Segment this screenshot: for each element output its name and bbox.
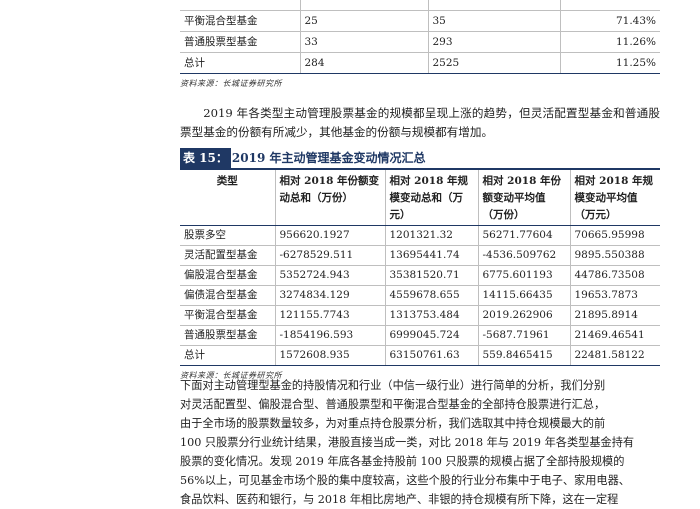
- table-cell: [560, 0, 660, 11]
- table-header-row: 类型 相对 2018 年份额变动总和（万份） 相对 2018 年规模变动总和（万…: [180, 170, 660, 226]
- table-cell: 13695441.74: [385, 245, 479, 266]
- table-cell: 1201321.32: [385, 225, 479, 246]
- table-cell: 2525: [428, 52, 561, 74]
- table-cell: 293: [428, 31, 561, 53]
- paragraph-2: 下面对主动管理型基金的持股情况和行业（中信一级行业）进行简单的分析，我们分别 对…: [180, 376, 654, 509]
- table-cell: 35: [428, 10, 561, 32]
- table-cell: [180, 0, 301, 11]
- table-cell: 284: [300, 52, 429, 74]
- table-cell: 总计: [180, 52, 301, 74]
- paragraph-line: 56%以上，可见基金市场个股的集中度较高，这些个股的行业分布集中于电子、家用电器…: [180, 474, 630, 487]
- table-cell: -5687.71961: [478, 325, 571, 346]
- fund-count-table: 平衡混合型基金 25 35 71.43% 普通股票型基金 33 293 11.2…: [180, 0, 660, 74]
- table-cell: 股票多空: [180, 225, 276, 246]
- table-cell: 2019.262906: [478, 305, 571, 326]
- table-cell: 偏债混合型基金: [180, 285, 276, 306]
- paragraph-line: 股票的变化情况。发现 2019 年底各基金持股前 100 只股票的规模占据了全部…: [180, 455, 625, 468]
- table-cell: 偏股混合型基金: [180, 265, 276, 286]
- table-cell: 63150761.63: [385, 345, 479, 366]
- table-cell: 5352724.943: [275, 265, 386, 286]
- table-row: [180, 0, 660, 11]
- table-cell: 14115.66435: [478, 285, 571, 306]
- table-cell: 35381520.71: [385, 265, 479, 286]
- table-cell: -6278529.511: [275, 245, 386, 266]
- table-number-tag: 表 15：: [180, 148, 231, 168]
- table-cell: 21895.8914: [570, 305, 660, 326]
- paragraph-text: 2019 年各类型主动管理股票基金的规模都呈现上涨的趋势，但灵活配置型基金和普通…: [180, 106, 660, 139]
- table-cell: 普通股票型基金: [180, 31, 301, 53]
- table-cell: 6999045.724: [385, 325, 479, 346]
- table-cell: 56271.77604: [478, 225, 571, 246]
- table-cell: 1313753.484: [385, 305, 479, 326]
- table-cell: 559.8465415: [478, 345, 571, 366]
- table-row: 平衡混合型基金 25 35 71.43%: [180, 10, 660, 32]
- table-cell: 19653.7873: [570, 285, 660, 306]
- paragraph-line: 下面对主动管理型基金的持股情况和行业（中信一级行业）进行简单的分析，我们分别: [180, 379, 606, 392]
- fund-change-table: 类型 相对 2018 年份额变动总和（万份） 相对 2018 年规模变动总和（万…: [180, 170, 660, 366]
- table2-caption: 表 15： 2019 年主动管理基金变动情况汇总: [180, 148, 660, 170]
- paragraph-1: 2019 年各类型主动管理股票基金的规模都呈现上涨的趋势，但灵活配置型基金和普通…: [180, 104, 660, 142]
- table-row: 偏债混合型基金 3274834.129 4559678.655 14115.66…: [180, 285, 660, 306]
- table-cell: [300, 0, 429, 11]
- table-cell: 956620.1927: [275, 225, 386, 246]
- table-row: 股票多空 956620.1927 1201321.32 56271.77604 …: [180, 225, 660, 246]
- table-title: 2019 年主动管理基金变动情况汇总: [231, 151, 426, 165]
- table-cell: 70665.95998: [570, 225, 660, 246]
- table-cell: 普通股票型基金: [180, 325, 276, 346]
- table-row: 普通股票型基金 33 293 11.26%: [180, 31, 660, 53]
- column-header: 相对 2018 年规模变动平均值（万元）: [570, 170, 660, 226]
- table-cell: 6775.601193: [478, 265, 571, 286]
- table-cell: 总计: [180, 345, 276, 366]
- column-header: 类型: [180, 170, 276, 226]
- table-cell: 22481.58122: [570, 345, 660, 366]
- table-cell: -4536.509762: [478, 245, 571, 266]
- table-row: 总计 284 2525 11.25%: [180, 52, 660, 74]
- table-cell: 4559678.655: [385, 285, 479, 306]
- column-header: 相对 2018 年份额变动总和（万份）: [275, 170, 386, 226]
- table-row: 普通股票型基金 -1854196.593 6999045.724 -5687.7…: [180, 325, 660, 346]
- table-cell: 平衡混合型基金: [180, 305, 276, 326]
- paragraph-line: 对灵活配置型、偏股混合型、普通股票型和平衡混合型基金的全部持仓股票进行汇总，: [180, 398, 606, 411]
- paragraph-line: 100 只股票分行业统计结果，港股直接当成一类，对比 2018 年与 2019 …: [180, 436, 635, 449]
- column-header: 相对 2018 年规模变动总和（万元）: [385, 170, 479, 226]
- paragraph-line: 由于全市场的股票数量较多，为对重点持仓股票分析，我们选取其中持仓规模最大的前: [180, 417, 606, 430]
- table-cell: 71.43%: [560, 10, 660, 32]
- table1-source: 资料来源：长城证券研究所: [180, 79, 282, 88]
- table-cell: -1854196.593: [275, 325, 386, 346]
- table-cell: 平衡混合型基金: [180, 10, 301, 32]
- column-header: 相对 2018 年份额变动平均值（万份）: [478, 170, 571, 226]
- table-cell: 44786.73508: [570, 265, 660, 286]
- table-cell: 1572608.935: [275, 345, 386, 366]
- table-cell: 25: [300, 10, 429, 32]
- table-cell: 11.25%: [560, 52, 660, 74]
- table-cell: 121155.7743: [275, 305, 386, 326]
- table-row: 平衡混合型基金 121155.7743 1313753.484 2019.262…: [180, 305, 660, 326]
- table-row: 总计 1572608.935 63150761.63 559.8465415 2…: [180, 345, 660, 366]
- table-cell: 9895.550388: [570, 245, 660, 266]
- table-cell: 11.26%: [560, 31, 660, 53]
- table-cell: 灵活配置型基金: [180, 245, 276, 266]
- page-content: 平衡混合型基金 25 35 71.43% 普通股票型基金 33 293 11.2…: [180, 0, 660, 382]
- table-row: 灵活配置型基金 -6278529.511 13695441.74 -4536.5…: [180, 245, 660, 266]
- table-cell: 21469.46541: [570, 325, 660, 346]
- table-cell: 3274834.129: [275, 285, 386, 306]
- table-cell: [428, 0, 561, 11]
- table-cell: 33: [300, 31, 429, 53]
- table-row: 偏股混合型基金 5352724.943 35381520.71 6775.601…: [180, 265, 660, 286]
